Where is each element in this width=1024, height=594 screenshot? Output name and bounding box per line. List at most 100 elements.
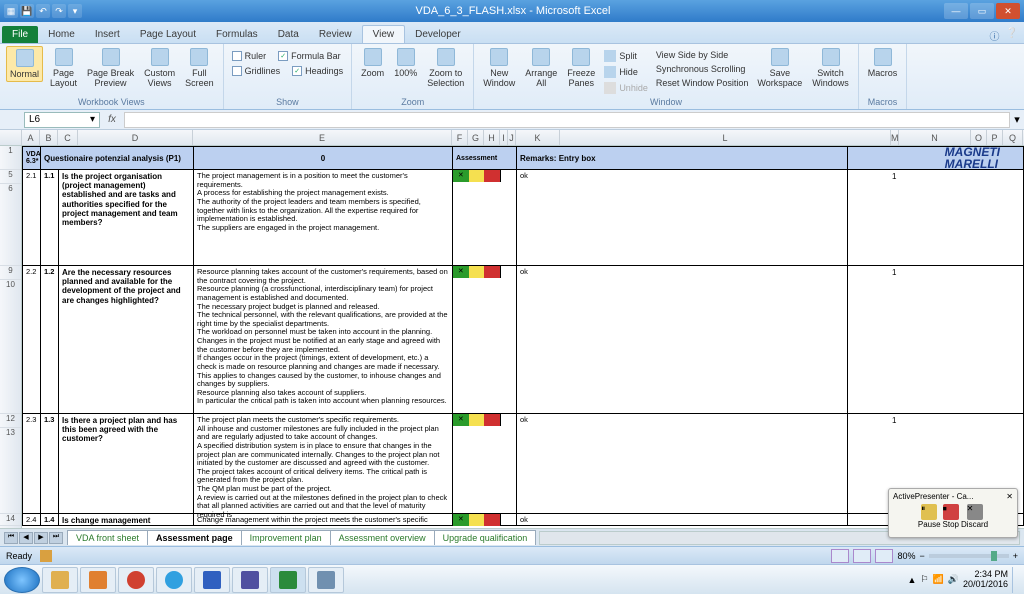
pagelayout-tab[interactable]: Page Layout bbox=[130, 26, 206, 43]
col-J[interactable]: J bbox=[508, 130, 516, 145]
ribbon-minimize-icon[interactable]: ⓘ bbox=[990, 28, 1000, 43]
page-break-button[interactable]: Page Break Preview bbox=[84, 46, 137, 90]
col-G[interactable]: G bbox=[468, 130, 484, 145]
normal-view-button[interactable]: Normal bbox=[6, 46, 43, 82]
clock-time[interactable]: 2:34 PM bbox=[963, 570, 1008, 580]
formulas-tab[interactable]: Formulas bbox=[206, 26, 268, 43]
undo-icon[interactable]: ↶ bbox=[36, 4, 50, 18]
save-icon[interactable]: 💾 bbox=[20, 4, 34, 18]
sheet-tab[interactable]: VDA front sheet bbox=[67, 530, 148, 545]
taskbar-outlook[interactable] bbox=[80, 567, 116, 593]
name-box[interactable]: L6▾ bbox=[24, 112, 100, 128]
page-layout-view-icon[interactable] bbox=[853, 549, 871, 563]
side-by-side-button[interactable]: View Side by Side bbox=[654, 49, 751, 61]
col-P[interactable]: P bbox=[987, 130, 1003, 145]
sheet-tab[interactable]: Upgrade qualification bbox=[434, 530, 537, 545]
ap-discard-button[interactable]: ✕Discard bbox=[961, 504, 988, 529]
sheet-tab[interactable]: Assessment page bbox=[147, 530, 242, 545]
file-tab[interactable]: File bbox=[2, 26, 38, 43]
taskbar-word[interactable] bbox=[194, 567, 230, 593]
sheet-area[interactable]: 156910121314 MAGNETIMARELLI VDA 6.3* Que… bbox=[0, 146, 1024, 528]
zoom-selection-button[interactable]: Zoom to Selection bbox=[424, 46, 467, 90]
data-tab[interactable]: Data bbox=[268, 26, 309, 43]
show-desktop-button[interactable] bbox=[1012, 567, 1020, 593]
tray-up-icon[interactable]: ▲ bbox=[908, 575, 917, 585]
zoom-slider[interactable] bbox=[929, 554, 1009, 558]
taskbar-excel[interactable] bbox=[270, 567, 306, 593]
sync-scroll-button[interactable]: Synchronous Scrolling bbox=[654, 63, 751, 75]
table-row[interactable]: 2.3 1.3 Is there a project plan and has … bbox=[22, 414, 1024, 514]
taskbar-app1[interactable] bbox=[232, 567, 268, 593]
col-C[interactable]: C bbox=[58, 130, 78, 145]
home-tab[interactable]: Home bbox=[38, 26, 85, 43]
col-A[interactable]: A bbox=[22, 130, 40, 145]
col-L[interactable]: L bbox=[560, 130, 891, 145]
col-M[interactable]: M bbox=[891, 130, 899, 145]
view-tab[interactable]: View bbox=[362, 25, 406, 43]
ruler-checkbox[interactable]: Ruler bbox=[230, 50, 269, 62]
formula-input[interactable] bbox=[124, 112, 1010, 128]
normal-view-icon[interactable] bbox=[831, 549, 849, 563]
col-D[interactable]: D bbox=[78, 130, 193, 145]
select-all-button[interactable] bbox=[0, 130, 22, 145]
zoom-out-icon[interactable]: − bbox=[919, 551, 924, 561]
maximize-button[interactable]: ▭ bbox=[970, 3, 994, 19]
fx-button[interactable]: fx bbox=[104, 114, 120, 125]
page-layout-button[interactable]: Page Layout bbox=[47, 46, 80, 90]
taskbar-explorer[interactable] bbox=[42, 567, 78, 593]
taskbar-chrome[interactable] bbox=[118, 567, 154, 593]
col-E[interactable]: E bbox=[193, 130, 452, 145]
qat-more-icon[interactable]: ▾ bbox=[68, 4, 82, 18]
formula-bar-checkbox[interactable]: ✓Formula Bar bbox=[276, 50, 343, 62]
sheet-tab[interactable]: Improvement plan bbox=[241, 530, 331, 545]
zoom-in-icon[interactable]: + bbox=[1013, 551, 1018, 561]
col-I[interactable]: I bbox=[500, 130, 508, 145]
switch-windows-button[interactable]: Switch Windows bbox=[809, 46, 852, 90]
custom-views-button[interactable]: Custom Views bbox=[141, 46, 178, 90]
ap-pause-button[interactable]: ⏸Pause bbox=[918, 504, 941, 529]
arrange-all-button[interactable]: Arrange All bbox=[522, 46, 560, 90]
sheet-next-icon[interactable]: ▶ bbox=[34, 532, 48, 544]
page-break-view-icon[interactable] bbox=[875, 549, 893, 563]
macro-record-icon[interactable] bbox=[40, 550, 52, 562]
review-tab[interactable]: Review bbox=[309, 26, 362, 43]
headings-checkbox[interactable]: ✓Headings bbox=[290, 65, 345, 77]
col-O[interactable]: O bbox=[971, 130, 987, 145]
grid[interactable]: MAGNETIMARELLI VDA 6.3* Questionaire pot… bbox=[22, 146, 1024, 528]
table-row[interactable]: 2.2 1.2 Are the necessary resources plan… bbox=[22, 266, 1024, 414]
new-window-button[interactable]: New Window bbox=[480, 46, 518, 90]
taskbar-app2[interactable] bbox=[308, 567, 344, 593]
table-row[interactable]: 2.4 1.4 Is change management Change mana… bbox=[22, 514, 1024, 526]
col-N[interactable]: N bbox=[899, 130, 971, 145]
hide-button[interactable]: Hide bbox=[602, 65, 650, 79]
gridlines-checkbox[interactable]: Gridlines bbox=[230, 65, 283, 77]
col-F[interactable]: F bbox=[452, 130, 468, 145]
insert-tab[interactable]: Insert bbox=[85, 26, 130, 43]
col-H[interactable]: H bbox=[484, 130, 500, 145]
zoom-button[interactable]: Zoom bbox=[358, 46, 387, 80]
col-Q[interactable]: Q bbox=[1003, 130, 1023, 145]
col-K[interactable]: K bbox=[516, 130, 560, 145]
reset-window-button[interactable]: Reset Window Position bbox=[654, 77, 751, 89]
ap-stop-button[interactable]: ⏹Stop bbox=[943, 504, 959, 529]
clock-date[interactable]: 20/01/2016 bbox=[963, 580, 1008, 590]
developer-tab[interactable]: Developer bbox=[405, 26, 471, 43]
taskbar-skype[interactable] bbox=[156, 567, 192, 593]
unhide-button[interactable]: Unhide bbox=[602, 81, 650, 95]
sheet-last-icon[interactable]: ⏭ bbox=[49, 532, 63, 544]
save-workspace-button[interactable]: Save Workspace bbox=[754, 46, 805, 90]
start-button[interactable] bbox=[4, 567, 40, 593]
formula-expand-icon[interactable]: ▾ bbox=[1010, 113, 1024, 126]
freeze-panes-button[interactable]: Freeze Panes bbox=[564, 46, 598, 90]
full-screen-button[interactable]: Full Screen bbox=[182, 46, 217, 90]
ap-close-icon[interactable]: ✕ bbox=[1006, 492, 1013, 501]
macros-button[interactable]: Macros bbox=[865, 46, 901, 80]
col-B[interactable]: B bbox=[40, 130, 58, 145]
help-icon[interactable]: ❔ bbox=[1006, 28, 1018, 43]
sheet-first-icon[interactable]: ⏮ bbox=[4, 532, 18, 544]
minimize-button[interactable]: — bbox=[944, 3, 968, 19]
table-row[interactable]: 2.1 1.1 Is the project organisation (pro… bbox=[22, 170, 1024, 266]
redo-icon[interactable]: ↷ bbox=[52, 4, 66, 18]
split-button[interactable]: Split bbox=[602, 49, 650, 63]
sheet-tab[interactable]: Assessment overview bbox=[330, 530, 435, 545]
